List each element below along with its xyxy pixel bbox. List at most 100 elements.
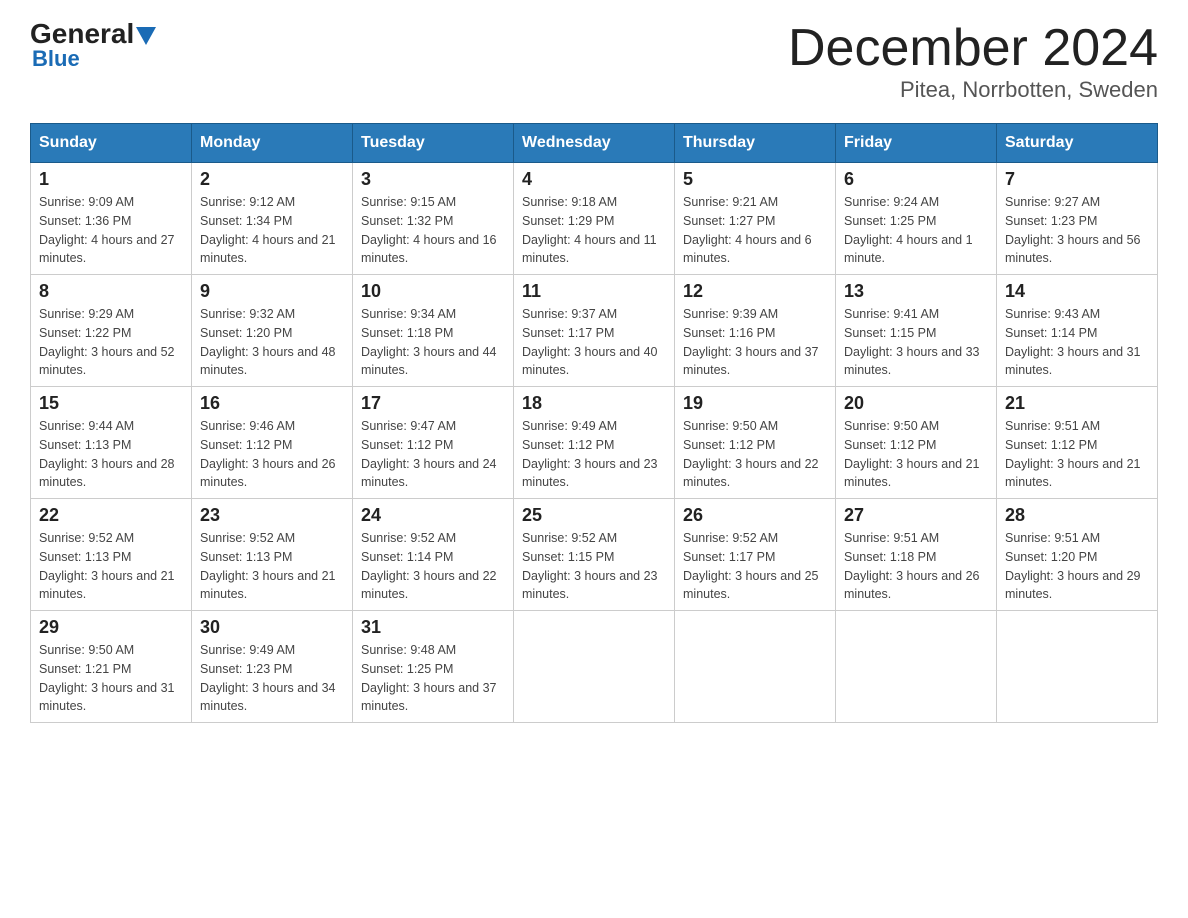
- day-number: 17: [361, 393, 505, 414]
- day-number: 8: [39, 281, 183, 302]
- day-number: 30: [200, 617, 344, 638]
- main-title: December 2024: [788, 20, 1158, 77]
- table-row: 16 Sunrise: 9:46 AMSunset: 1:12 PMDaylig…: [192, 387, 353, 499]
- table-row: 13 Sunrise: 9:41 AMSunset: 1:15 PMDaylig…: [836, 275, 997, 387]
- table-row: 2 Sunrise: 9:12 AMSunset: 1:34 PMDayligh…: [192, 163, 353, 275]
- day-number: 16: [200, 393, 344, 414]
- calendar-table: Sunday Monday Tuesday Wednesday Thursday…: [30, 123, 1158, 723]
- col-sunday: Sunday: [31, 124, 192, 163]
- table-row: 6 Sunrise: 9:24 AMSunset: 1:25 PMDayligh…: [836, 163, 997, 275]
- col-saturday: Saturday: [997, 124, 1158, 163]
- day-info: Sunrise: 9:37 AMSunset: 1:17 PMDaylight:…: [522, 305, 666, 380]
- col-wednesday: Wednesday: [514, 124, 675, 163]
- col-thursday: Thursday: [675, 124, 836, 163]
- table-row: 5 Sunrise: 9:21 AMSunset: 1:27 PMDayligh…: [675, 163, 836, 275]
- table-row: [836, 611, 997, 723]
- table-row: 11 Sunrise: 9:37 AMSunset: 1:17 PMDaylig…: [514, 275, 675, 387]
- table-row: [675, 611, 836, 723]
- day-info: Sunrise: 9:52 AMSunset: 1:17 PMDaylight:…: [683, 529, 827, 604]
- day-number: 7: [1005, 169, 1149, 190]
- day-number: 2: [200, 169, 344, 190]
- table-row: 21 Sunrise: 9:51 AMSunset: 1:12 PMDaylig…: [997, 387, 1158, 499]
- day-info: Sunrise: 9:21 AMSunset: 1:27 PMDaylight:…: [683, 193, 827, 268]
- logo-triangle-icon: [136, 27, 156, 45]
- day-number: 27: [844, 505, 988, 526]
- table-row: 17 Sunrise: 9:47 AMSunset: 1:12 PMDaylig…: [353, 387, 514, 499]
- day-number: 22: [39, 505, 183, 526]
- day-info: Sunrise: 9:29 AMSunset: 1:22 PMDaylight:…: [39, 305, 183, 380]
- table-row: 24 Sunrise: 9:52 AMSunset: 1:14 PMDaylig…: [353, 499, 514, 611]
- day-info: Sunrise: 9:27 AMSunset: 1:23 PMDaylight:…: [1005, 193, 1149, 268]
- title-section: December 2024 Pitea, Norrbotten, Sweden: [788, 20, 1158, 103]
- day-number: 10: [361, 281, 505, 302]
- day-info: Sunrise: 9:52 AMSunset: 1:15 PMDaylight:…: [522, 529, 666, 604]
- day-number: 11: [522, 281, 666, 302]
- table-row: 15 Sunrise: 9:44 AMSunset: 1:13 PMDaylig…: [31, 387, 192, 499]
- day-number: 5: [683, 169, 827, 190]
- day-number: 28: [1005, 505, 1149, 526]
- table-row: 1 Sunrise: 9:09 AMSunset: 1:36 PMDayligh…: [31, 163, 192, 275]
- day-number: 31: [361, 617, 505, 638]
- day-number: 25: [522, 505, 666, 526]
- day-number: 12: [683, 281, 827, 302]
- day-number: 19: [683, 393, 827, 414]
- table-row: 29 Sunrise: 9:50 AMSunset: 1:21 PMDaylig…: [31, 611, 192, 723]
- table-row: 31 Sunrise: 9:48 AMSunset: 1:25 PMDaylig…: [353, 611, 514, 723]
- day-info: Sunrise: 9:50 AMSunset: 1:12 PMDaylight:…: [683, 417, 827, 492]
- table-row: 8 Sunrise: 9:29 AMSunset: 1:22 PMDayligh…: [31, 275, 192, 387]
- day-info: Sunrise: 9:51 AMSunset: 1:18 PMDaylight:…: [844, 529, 988, 604]
- day-info: Sunrise: 9:49 AMSunset: 1:23 PMDaylight:…: [200, 641, 344, 716]
- table-row: 26 Sunrise: 9:52 AMSunset: 1:17 PMDaylig…: [675, 499, 836, 611]
- table-row: 20 Sunrise: 9:50 AMSunset: 1:12 PMDaylig…: [836, 387, 997, 499]
- calendar-week-row: 22 Sunrise: 9:52 AMSunset: 1:13 PMDaylig…: [31, 499, 1158, 611]
- table-row: 28 Sunrise: 9:51 AMSunset: 1:20 PMDaylig…: [997, 499, 1158, 611]
- col-tuesday: Tuesday: [353, 124, 514, 163]
- table-row: 19 Sunrise: 9:50 AMSunset: 1:12 PMDaylig…: [675, 387, 836, 499]
- day-info: Sunrise: 9:32 AMSunset: 1:20 PMDaylight:…: [200, 305, 344, 380]
- logo-general-text: General: [30, 20, 134, 48]
- day-number: 3: [361, 169, 505, 190]
- day-info: Sunrise: 9:51 AMSunset: 1:20 PMDaylight:…: [1005, 529, 1149, 604]
- day-info: Sunrise: 9:34 AMSunset: 1:18 PMDaylight:…: [361, 305, 505, 380]
- day-number: 20: [844, 393, 988, 414]
- day-info: Sunrise: 9:52 AMSunset: 1:14 PMDaylight:…: [361, 529, 505, 604]
- calendar-header-row: Sunday Monday Tuesday Wednesday Thursday…: [31, 124, 1158, 163]
- day-number: 9: [200, 281, 344, 302]
- day-info: Sunrise: 9:39 AMSunset: 1:16 PMDaylight:…: [683, 305, 827, 380]
- day-number: 26: [683, 505, 827, 526]
- logo-blue-text: Blue: [32, 46, 80, 72]
- col-friday: Friday: [836, 124, 997, 163]
- table-row: 3 Sunrise: 9:15 AMSunset: 1:32 PMDayligh…: [353, 163, 514, 275]
- day-info: Sunrise: 9:50 AMSunset: 1:12 PMDaylight:…: [844, 417, 988, 492]
- day-info: Sunrise: 9:52 AMSunset: 1:13 PMDaylight:…: [200, 529, 344, 604]
- day-number: 13: [844, 281, 988, 302]
- table-row: 10 Sunrise: 9:34 AMSunset: 1:18 PMDaylig…: [353, 275, 514, 387]
- calendar-week-row: 29 Sunrise: 9:50 AMSunset: 1:21 PMDaylig…: [31, 611, 1158, 723]
- table-row: 27 Sunrise: 9:51 AMSunset: 1:18 PMDaylig…: [836, 499, 997, 611]
- table-row: 18 Sunrise: 9:49 AMSunset: 1:12 PMDaylig…: [514, 387, 675, 499]
- calendar-week-row: 1 Sunrise: 9:09 AMSunset: 1:36 PMDayligh…: [31, 163, 1158, 275]
- day-number: 23: [200, 505, 344, 526]
- table-row: 9 Sunrise: 9:32 AMSunset: 1:20 PMDayligh…: [192, 275, 353, 387]
- day-info: Sunrise: 9:47 AMSunset: 1:12 PMDaylight:…: [361, 417, 505, 492]
- day-number: 1: [39, 169, 183, 190]
- day-number: 24: [361, 505, 505, 526]
- day-info: Sunrise: 9:46 AMSunset: 1:12 PMDaylight:…: [200, 417, 344, 492]
- day-info: Sunrise: 9:49 AMSunset: 1:12 PMDaylight:…: [522, 417, 666, 492]
- day-number: 4: [522, 169, 666, 190]
- table-row: 7 Sunrise: 9:27 AMSunset: 1:23 PMDayligh…: [997, 163, 1158, 275]
- calendar-week-row: 15 Sunrise: 9:44 AMSunset: 1:13 PMDaylig…: [31, 387, 1158, 499]
- day-info: Sunrise: 9:44 AMSunset: 1:13 PMDaylight:…: [39, 417, 183, 492]
- day-info: Sunrise: 9:52 AMSunset: 1:13 PMDaylight:…: [39, 529, 183, 604]
- day-number: 14: [1005, 281, 1149, 302]
- table-row: [514, 611, 675, 723]
- table-row: 12 Sunrise: 9:39 AMSunset: 1:16 PMDaylig…: [675, 275, 836, 387]
- table-row: 23 Sunrise: 9:52 AMSunset: 1:13 PMDaylig…: [192, 499, 353, 611]
- day-number: 29: [39, 617, 183, 638]
- logo: General Blue: [30, 20, 156, 72]
- day-info: Sunrise: 9:24 AMSunset: 1:25 PMDaylight:…: [844, 193, 988, 268]
- day-info: Sunrise: 9:15 AMSunset: 1:32 PMDaylight:…: [361, 193, 505, 268]
- day-info: Sunrise: 9:41 AMSunset: 1:15 PMDaylight:…: [844, 305, 988, 380]
- table-row: [997, 611, 1158, 723]
- day-info: Sunrise: 9:51 AMSunset: 1:12 PMDaylight:…: [1005, 417, 1149, 492]
